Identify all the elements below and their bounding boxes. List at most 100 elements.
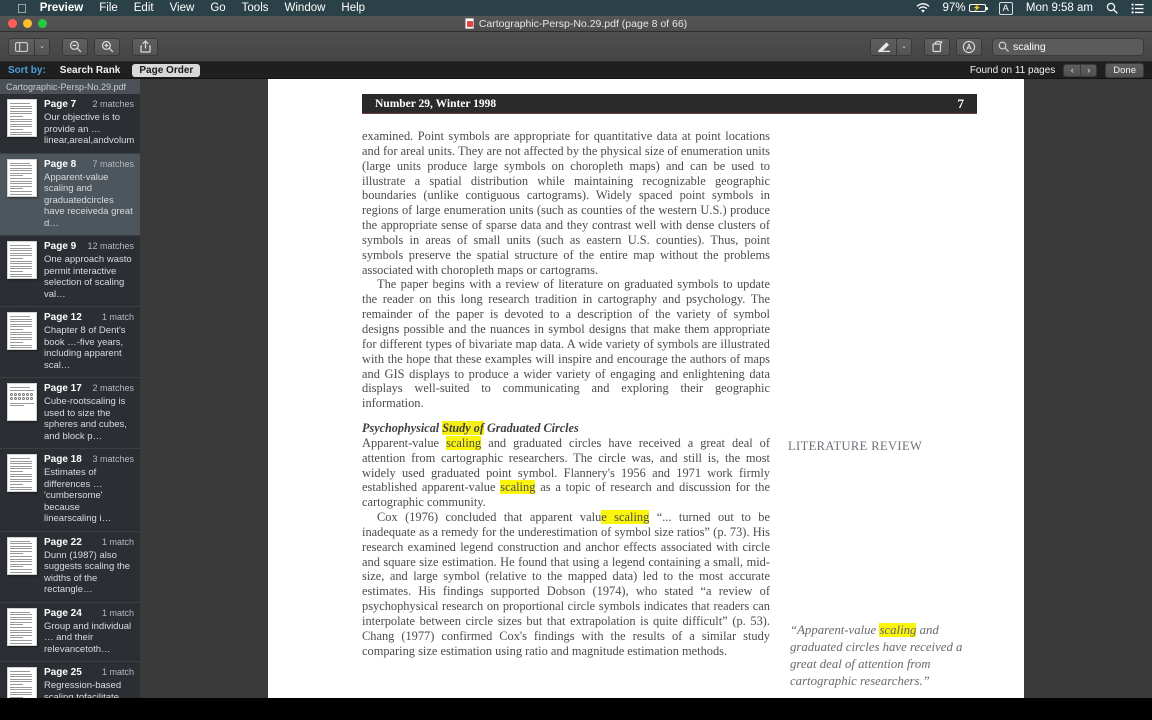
wifi-icon[interactable] bbox=[916, 2, 930, 14]
sidebar-result-list: Page 7 2 matches Our objective is to provi… bbox=[0, 94, 140, 720]
result-page-label: Page 18 bbox=[44, 454, 82, 465]
menu-item-preview[interactable]: Preview bbox=[40, 2, 83, 14]
result-page-label: Page 9 bbox=[44, 241, 77, 252]
result-snippet: Our objective is to provide an … linear,… bbox=[44, 112, 134, 146]
result-snippet: One approach wasto permit interactive se… bbox=[44, 254, 132, 300]
menubar-clock[interactable]: Mon 9:58 am bbox=[1026, 2, 1093, 14]
result-match-count: 1 match bbox=[101, 607, 134, 618]
menu-item-tools[interactable]: Tools bbox=[242, 2, 269, 14]
search-result-info: Page 17 2 matches Cube-rootscaling is used… bbox=[44, 383, 134, 442]
previous-result-button[interactable]: ‹ bbox=[1063, 63, 1081, 77]
menu-item-help[interactable]: Help bbox=[341, 2, 365, 14]
search-result-info: Page 9 12 matches One approach wasto permi… bbox=[44, 241, 134, 300]
search-result-header: Page 9 12 matches bbox=[44, 241, 134, 252]
section-heading: Psychophysical Study of Graduated Circle… bbox=[362, 421, 579, 436]
result-match-count: 3 matches bbox=[92, 454, 134, 464]
search-result-info: Page 12 1 match Chapter 8 of Dent's book …… bbox=[44, 312, 134, 371]
zoom-out-button[interactable] bbox=[62, 37, 88, 56]
search-results-bar: Sort by: Search Rank Page Order Found on… bbox=[0, 62, 1152, 79]
search-results-sidebar[interactable]: Cartographic-Persp-No.29.pdf Page 7 2 mat… bbox=[0, 79, 140, 720]
result-match-count: 12 matches bbox=[87, 241, 134, 251]
result-page-label: Page 22 bbox=[44, 536, 82, 548]
next-result-button[interactable]: › bbox=[1080, 63, 1098, 77]
search-result-row[interactable]: Page 22 1 match Dunn (1987) also suggests … bbox=[0, 532, 140, 603]
menu-item-go[interactable]: Go bbox=[210, 2, 225, 14]
chevron-down-icon-markup: ⌄ bbox=[901, 43, 907, 50]
search-result-header: Page 22 1 match bbox=[44, 537, 134, 548]
search-result-row[interactable]: Page 9 12 matches One approach wasto permi… bbox=[0, 236, 140, 307]
search-field[interactable]: ✕ bbox=[992, 37, 1148, 56]
search-result-row[interactable]: Page 12 1 match Chapter 8 of Dent's book …… bbox=[0, 307, 140, 378]
menu-item-view[interactable]: View bbox=[170, 2, 195, 14]
menu-item-window[interactable]: Window bbox=[285, 2, 326, 14]
search-result-header: Page 18 3 matches bbox=[44, 454, 134, 465]
search-result-header: Page 12 1 match bbox=[44, 312, 134, 323]
search-result-row[interactable]: Page 8 7 matches Apparent-value scaling an… bbox=[0, 153, 140, 236]
result-page-label: Page 17 bbox=[44, 383, 82, 394]
result-snippet: Apparent-value scaling and graduatedcirc… bbox=[44, 171, 133, 229]
result-page-label: Page 25 bbox=[44, 667, 82, 678]
page-number-label: 7 bbox=[957, 95, 965, 111]
result-snippet: Chapter 8 of Dent's book …-five years, i… bbox=[44, 325, 126, 371]
markup-button[interactable] bbox=[870, 37, 896, 56]
sort-option-page-order[interactable]: Page Order bbox=[132, 63, 201, 77]
markup-dropdown[interactable]: ⌄ bbox=[896, 37, 912, 56]
input-source-indicator[interactable]: A bbox=[998, 1, 1013, 15]
close-button[interactable] bbox=[8, 19, 17, 28]
result-match-count: 2 matches bbox=[92, 383, 134, 393]
window-title: Cartographic-Persp-No.29.pdf (page 8 of … bbox=[0, 18, 1152, 30]
result-page-label: Page 24 bbox=[44, 607, 82, 619]
search-result-row[interactable]: Page 17 2 matches Cube-rootscaling is used… bbox=[0, 378, 140, 449]
zoom-button[interactable] bbox=[38, 19, 47, 28]
sort-option-search-rank[interactable]: Search Rank bbox=[60, 65, 121, 76]
search-result-header: Page 8 7 matches bbox=[44, 159, 134, 170]
battery-charging-icon: ⚡ bbox=[968, 4, 988, 12]
share-button[interactable] bbox=[132, 37, 158, 56]
page-thumbnail bbox=[7, 536, 37, 575]
page-running-header: Number 29, Winter 1998 7 bbox=[362, 94, 977, 113]
pdf-page: Number 29, Winter 1998 7 examined. Point… bbox=[268, 79, 1024, 720]
search-result-info: Page 22 1 match Dunn (1987) also suggests … bbox=[44, 537, 134, 596]
result-nav-group: ‹ › bbox=[1063, 63, 1098, 77]
spotlight-search-icon[interactable] bbox=[1106, 2, 1118, 14]
preview-window: Cartographic-Persp-No.29.pdf (page 8 of … bbox=[0, 16, 1152, 720]
search-result-header: Page 25 1 match bbox=[44, 667, 134, 678]
minimize-button[interactable] bbox=[23, 19, 32, 28]
search-result-row[interactable]: Page 7 2 matches Our objective is to provi… bbox=[0, 94, 140, 154]
zoom-in-button[interactable] bbox=[94, 37, 120, 56]
sidebar-view-button[interactable] bbox=[8, 37, 34, 56]
annotate-button[interactable] bbox=[956, 37, 982, 56]
menu-bar:  Preview File Edit View Go Tools Window… bbox=[0, 0, 1152, 16]
search-result-info: Page 24 1 match Group and individual … and… bbox=[44, 608, 134, 656]
result-snippet: Cube-rootscaling is used to size the sph… bbox=[44, 396, 127, 442]
battery-status[interactable]: 97% ⚡ bbox=[943, 2, 988, 14]
page-thumbnail bbox=[7, 99, 37, 137]
paragraph-1: examined. Point symbols are appropriate … bbox=[362, 129, 770, 277]
pull-quote: “Apparent-value scaling and graduated ci… bbox=[790, 623, 963, 688]
search-input[interactable] bbox=[1013, 40, 1148, 53]
search-highlight: e scaling bbox=[601, 510, 650, 525]
search-result-info: Page 8 7 matches Apparent-value scaling an… bbox=[44, 159, 134, 230]
found-count-label: Found on 11 pages bbox=[969, 64, 1056, 76]
sidebar-view-dropdown[interactable]: ⌄ bbox=[34, 37, 50, 56]
menu-item-file[interactable]: File bbox=[99, 2, 118, 14]
search-result-row[interactable]: Page 24 1 match Group and individual … and… bbox=[0, 603, 140, 662]
paragraph-2: The paper begins with a review of litera… bbox=[362, 277, 770, 411]
screen-root:  Preview File Edit View Go Tools Window… bbox=[0, 0, 1152, 720]
window-title-bar: Cartographic-Persp-No.29.pdf (page 8 of … bbox=[0, 16, 1152, 32]
rotate-button[interactable] bbox=[924, 37, 950, 56]
window-title-text: Cartographic-Persp-No.29.pdf (page 8 of … bbox=[478, 17, 688, 30]
control-center-icon[interactable] bbox=[1131, 3, 1144, 14]
search-result-info: Page 7 2 matches Our objective is to provi… bbox=[44, 99, 134, 147]
sort-by-label: Sort by: bbox=[8, 64, 46, 76]
menu-item-edit[interactable]: Edit bbox=[134, 2, 154, 14]
search-result-row[interactable]: Page 18 3 matches Estimates of differences… bbox=[0, 449, 140, 532]
result-snippet: Group and individual … and their relevan… bbox=[44, 620, 132, 655]
paragraph-scaling-2: Cox (1976) concluded that apparent value… bbox=[362, 510, 770, 658]
result-page-label: Page 12 bbox=[44, 312, 82, 323]
document-view[interactable]: Number 29, Winter 1998 7 examined. Point… bbox=[140, 79, 1152, 720]
done-button[interactable]: Done bbox=[1105, 62, 1144, 78]
search-result-header: Page 17 2 matches bbox=[44, 383, 134, 394]
apple-menu-icon[interactable]:  bbox=[17, 2, 27, 15]
result-match-count: 7 matches bbox=[92, 158, 134, 169]
